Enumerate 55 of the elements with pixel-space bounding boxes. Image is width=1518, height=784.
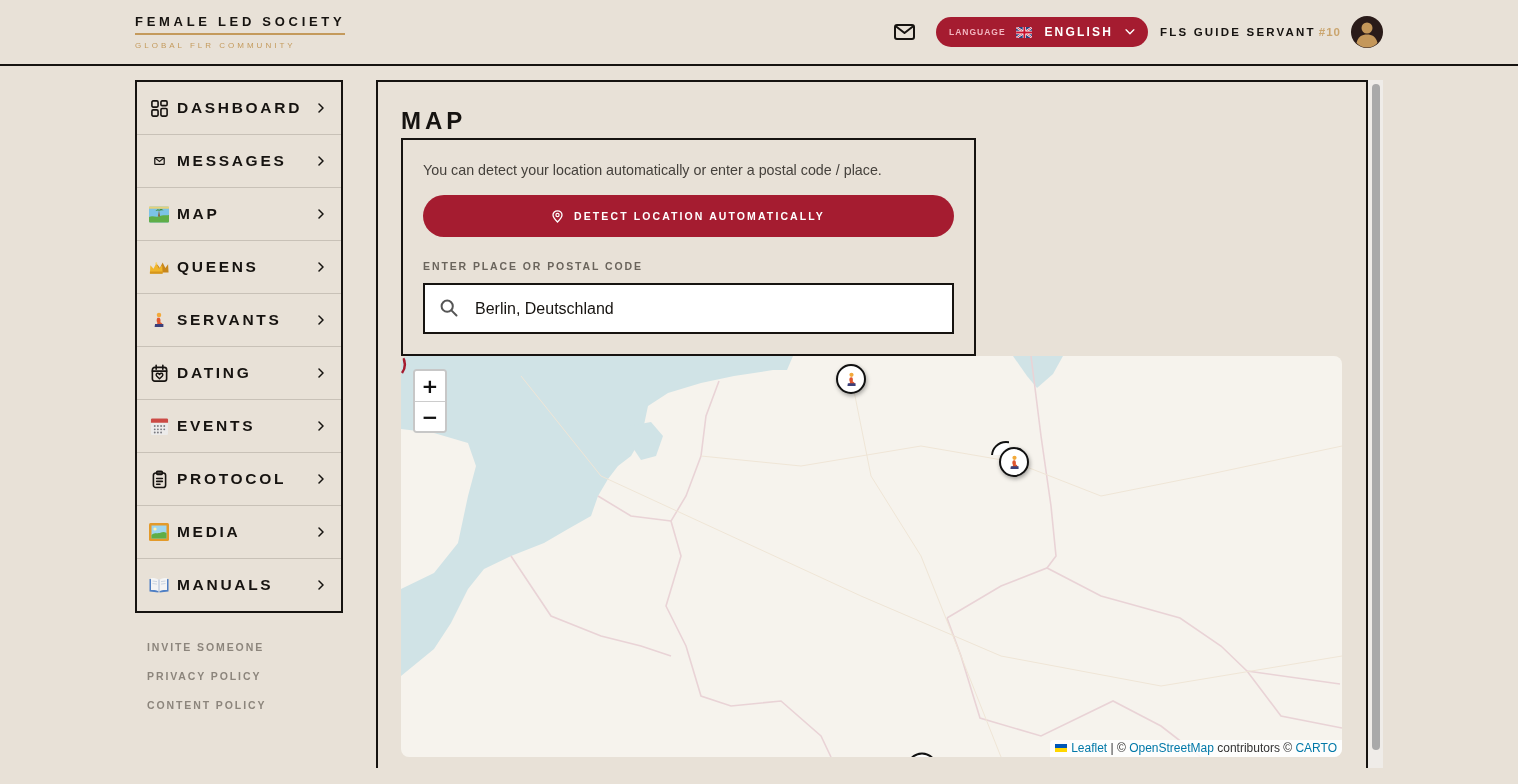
chevron-right-icon: [318, 103, 324, 113]
user-name: FLS GUIDE SERVANT: [1160, 26, 1316, 38]
clipboard-icon: [151, 469, 167, 489]
envelope-icon: [153, 157, 165, 165]
map-marker[interactable]: [910, 752, 934, 757]
flag-icon: [1015, 26, 1033, 38]
attribution-link[interactable]: OpenStreetMap: [1129, 741, 1214, 755]
scrollbar-thumb[interactable]: [1372, 84, 1380, 750]
sidebar-item[interactable]: DATING: [137, 347, 341, 400]
attribution-link[interactable]: CARTO: [1295, 741, 1337, 755]
attribution-link[interactable]: Leaflet: [1071, 741, 1108, 755]
sidebar-item[interactable]: PROTOCOL: [137, 453, 341, 506]
sidebar-item[interactable]: MESSAGES: [137, 135, 341, 188]
detect-location-button[interactable]: DETECT LOCATION AUTOMATICALLY: [423, 195, 954, 237]
location-search-field[interactable]: Berlin, Deutschland: [423, 283, 954, 334]
field-label: ENTER PLACE OR POSTAL CODE: [423, 259, 643, 273]
chevron-down-icon: [1125, 29, 1135, 35]
sidebar-item[interactable]: MEDIA: [137, 506, 341, 559]
kneeling-person-icon: [1007, 454, 1021, 470]
user-rank: #10: [1318, 26, 1341, 38]
envelope-icon[interactable]: [894, 24, 915, 40]
kneeling-person-icon: [844, 371, 858, 387]
search-icon: [440, 299, 458, 317]
crown-icon: [149, 259, 169, 275]
sidebar-item[interactable]: MANUALS: [137, 559, 341, 611]
sidebar-item[interactable]: MAP: [137, 188, 341, 241]
chevron-right-icon: [318, 368, 324, 378]
language-selector[interactable]: LANGUAGE ENGLISH: [936, 17, 1148, 47]
book-icon: [149, 577, 169, 593]
chevron-right-icon: [318, 527, 324, 537]
chevron-right-icon: [318, 209, 324, 219]
calendar-icon: [149, 416, 169, 436]
page-title: MAP: [401, 106, 467, 136]
avatar-icon[interactable]: [1351, 16, 1383, 48]
chevron-right-icon: [318, 315, 324, 325]
zoom-out-button[interactable]: −: [415, 401, 445, 431]
chevron-right-icon: [318, 580, 324, 590]
framed-picture-icon: [149, 523, 169, 541]
logo-title: FEMALE LED SOCIETY: [135, 13, 346, 30]
chevron-right-icon: [318, 474, 324, 484]
logo-tagline: GLOBAL FLR COMMUNITY: [135, 40, 296, 51]
sidebar-item[interactable]: QUEENS: [137, 241, 341, 294]
sidebar-item[interactable]: SERVANTS: [137, 294, 341, 347]
location-pin-icon: [552, 209, 564, 223]
map-picture-icon: [149, 205, 169, 223]
location-hint: You can detect your location automatically or enter a postal code / place.: [423, 161, 882, 180]
grid-icon: [149, 98, 169, 118]
flag-icon: [1055, 744, 1068, 752]
chevron-right-icon: [318, 262, 324, 272]
chevron-right-icon: [318, 156, 324, 166]
sidebar-item[interactable]: EVENTS: [137, 400, 341, 453]
chevron-right-icon: [318, 421, 324, 431]
attribution-text: Leaflet | © OpenStreetMap contributors © CARTO: [1071, 741, 1337, 755]
kneeling-person-icon: [152, 312, 166, 328]
sidebar-item[interactable]: DASHBOARD: [137, 82, 341, 135]
